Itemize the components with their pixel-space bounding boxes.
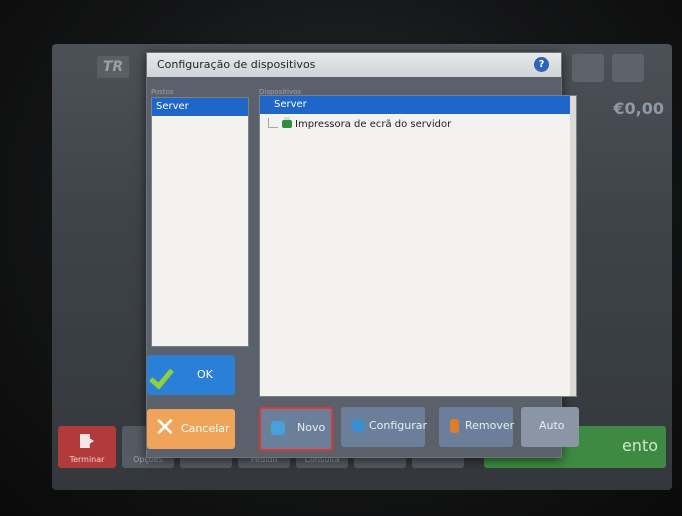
- order-total: €0,00: [613, 99, 664, 118]
- cancel-button[interactable]: ✕ Cancelar: [147, 409, 235, 449]
- postos-list[interactable]: Server: [151, 97, 249, 347]
- close-icon: ✕: [154, 413, 176, 443]
- pagamento-label: ento: [621, 436, 658, 455]
- dialog-title: Configuração de dispositivos: [157, 58, 316, 71]
- configurar-button[interactable]: Configurar: [341, 407, 428, 447]
- top-button[interactable]: [612, 54, 644, 82]
- auto-label: Auto: [539, 419, 565, 432]
- app-logo: TR: [97, 56, 129, 78]
- top-button[interactable]: [572, 54, 604, 82]
- scrollbar[interactable]: [570, 96, 576, 396]
- ok-label: OK: [197, 368, 213, 381]
- postos-label: Postos: [151, 88, 174, 96]
- printer-icon: [282, 117, 292, 128]
- remover-button[interactable]: Remover: [439, 407, 515, 447]
- config-icon: [351, 419, 365, 433]
- novo-button[interactable]: Novo: [259, 407, 333, 451]
- remover-label: Remover: [465, 419, 515, 432]
- help-icon[interactable]: ?: [534, 57, 549, 72]
- tree-item-printer[interactable]: Impressora de ecrã do servidor: [260, 116, 576, 134]
- configurar-label: Configurar: [369, 419, 428, 432]
- new-icon: [271, 421, 285, 435]
- auto-button[interactable]: Auto: [521, 407, 579, 447]
- dialog-titlebar: Configuração de dispositivos ?: [147, 53, 561, 77]
- trash-icon: [450, 419, 459, 433]
- device-config-dialog: Configuração de dispositivos ? Postos Di…: [146, 52, 579, 458]
- check-icon: [149, 363, 174, 390]
- dispositivos-tree[interactable]: Server Impressora de ecrã do servidor: [259, 95, 577, 397]
- terminar-label: Terminar: [69, 455, 105, 464]
- ok-button[interactable]: OK: [147, 355, 235, 395]
- cancel-label: Cancelar: [181, 422, 230, 435]
- novo-label: Novo: [297, 421, 326, 434]
- terminar-button[interactable]: Terminar: [58, 426, 116, 468]
- exit-icon: [80, 434, 94, 448]
- tree-item-server[interactable]: Server: [260, 96, 576, 114]
- printer-label: Impressora de ecrã do servidor: [295, 119, 452, 130]
- list-item-server[interactable]: Server: [152, 98, 248, 116]
